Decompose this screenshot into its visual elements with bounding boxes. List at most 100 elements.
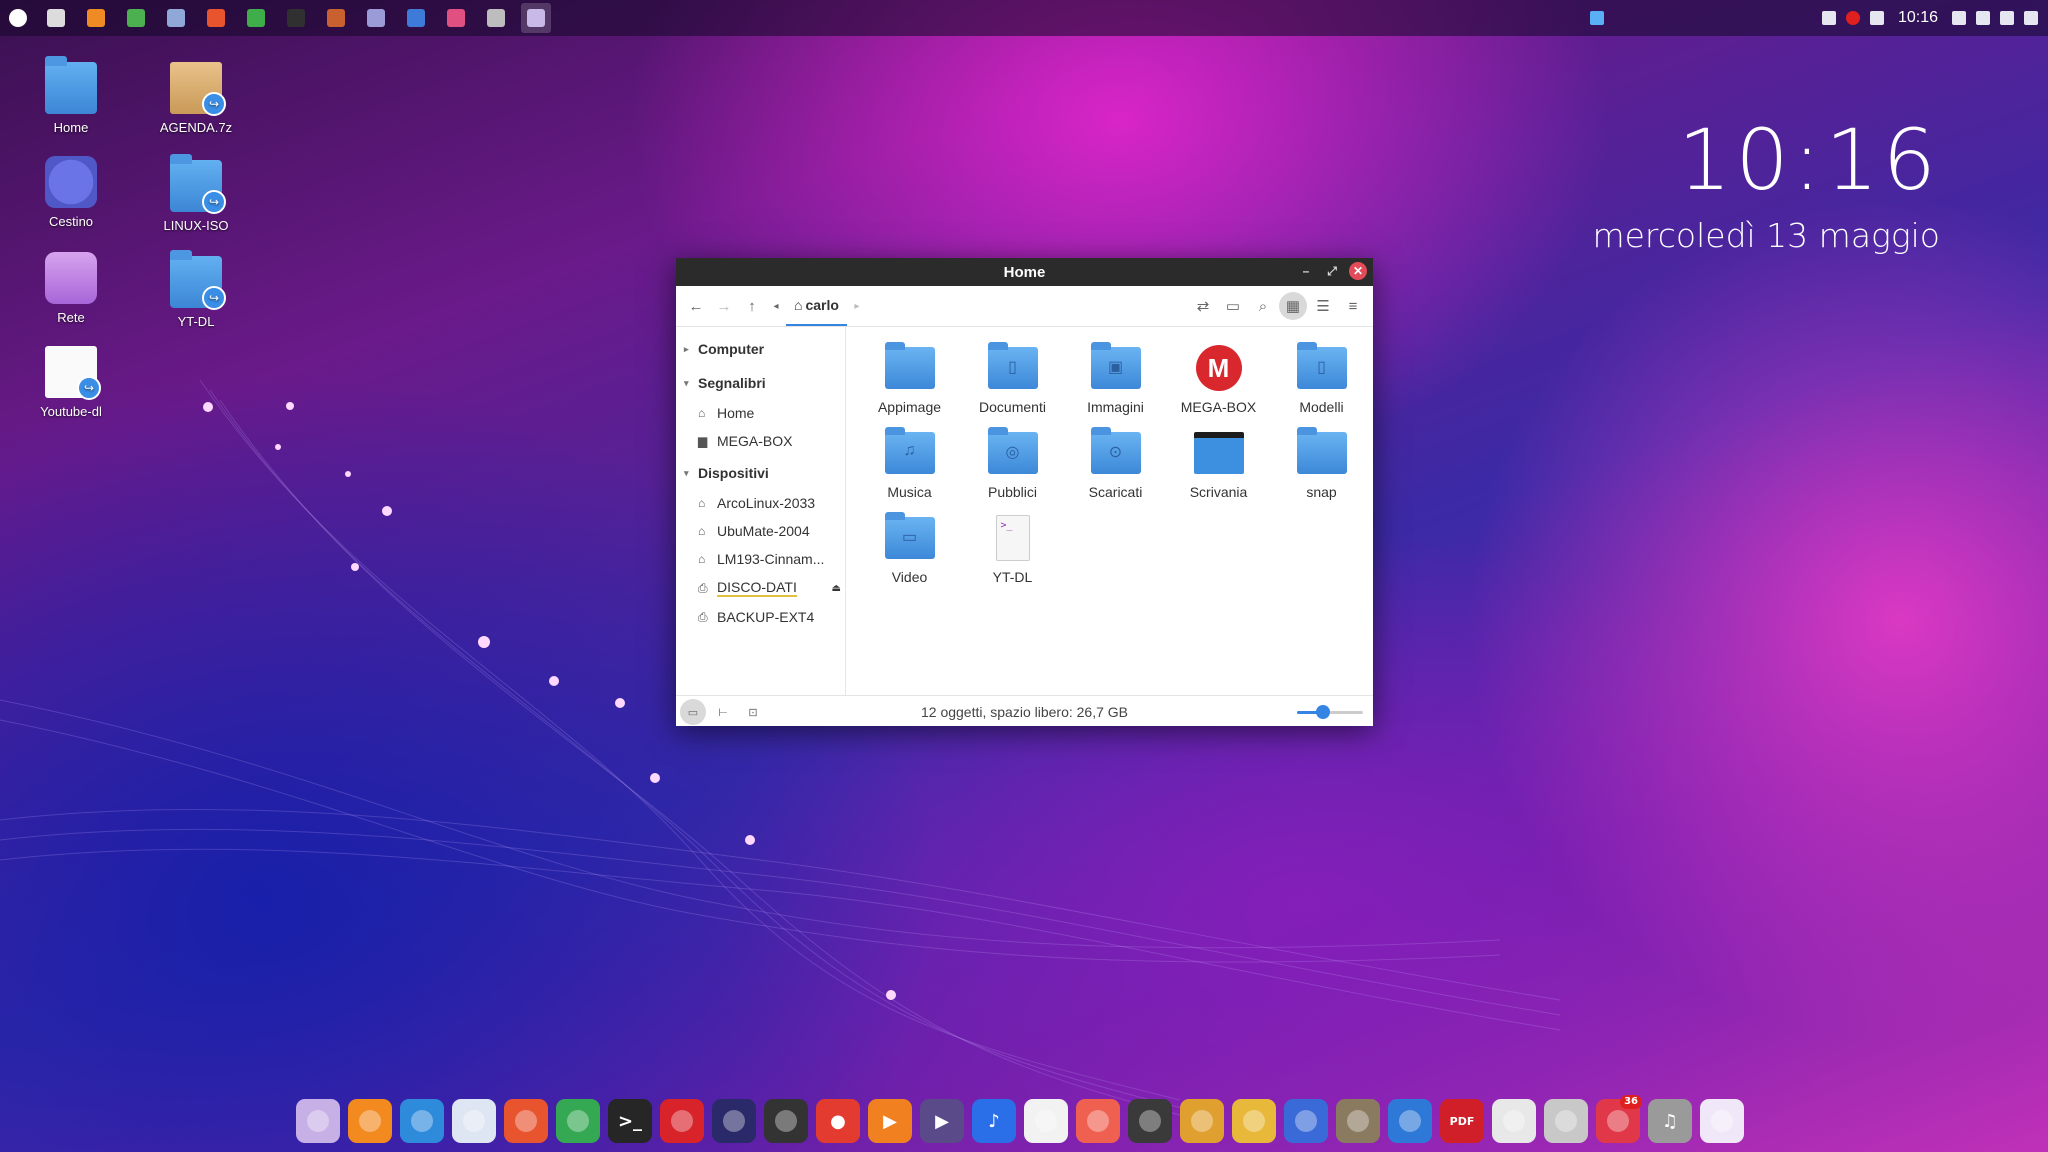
color-dock-app[interactable] [1492, 1099, 1536, 1143]
show-places-button[interactable]: ▭ [680, 699, 706, 725]
record-dock-app[interactable]: ● [816, 1099, 860, 1143]
file-item[interactable]: ▭ Video [858, 509, 961, 594]
pdf-dock-app[interactable]: PDF [1440, 1099, 1484, 1143]
new-folder-button[interactable]: ▭ [1219, 292, 1247, 320]
file-item[interactable]: ⊙ Scaricati [1064, 424, 1167, 509]
mail-dock-app[interactable]: 36 [1596, 1095, 1642, 1143]
file-item[interactable]: ▯ Documenti [961, 339, 1064, 424]
sidebar-item-mega-box[interactable]: ▆ MEGA-BOX [676, 427, 845, 455]
desktop-icon-yt-dl[interactable]: ↪ YT-DL [141, 250, 251, 329]
file-item[interactable]: Scrivania [1167, 424, 1270, 509]
screenshot-panel-app[interactable] [401, 3, 431, 33]
terminal-dock-app[interactable]: >_ [608, 1099, 652, 1143]
up-button[interactable]: ↑ [738, 292, 766, 320]
bluetooth-icon[interactable] [1821, 11, 1836, 25]
search-button[interactable]: ⌕ [1249, 292, 1277, 320]
files-panel-app[interactable] [41, 3, 71, 33]
zoom-slider-handle[interactable] [1316, 705, 1331, 719]
play-dock-app[interactable]: ▶ [868, 1099, 912, 1143]
breadcrumb-right-button[interactable]: ▸ [847, 292, 867, 320]
video-editor-dock-app[interactable] [764, 1099, 808, 1143]
network-icon[interactable] [1952, 11, 1966, 25]
sidebar-section-bookmarks[interactable]: ▾ Segnalibri [676, 365, 845, 399]
panel-clock[interactable]: 10:16 [1898, 9, 1938, 27]
sidebar-item-home[interactable]: ⌂ Home [676, 399, 845, 427]
sidebar-section-devices[interactable]: ▾ Dispositivi [676, 455, 845, 489]
mosaic-panel-app[interactable] [321, 3, 351, 33]
file-item[interactable]: >_ YT-DL [961, 509, 1064, 594]
chrome-panel-app[interactable] [121, 3, 151, 33]
panel-workspace[interactable] [1590, 0, 1610, 36]
refresh-dock-app[interactable] [1076, 1099, 1120, 1143]
disk-dock-app[interactable] [1544, 1099, 1588, 1143]
file-item[interactable]: M MEGA-BOX [1167, 339, 1270, 424]
file-item[interactable]: ▣ Immagini [1064, 339, 1167, 424]
sidebar-item-backup-ext4[interactable]: ⎙ BACKUP-EXT4 [676, 603, 845, 631]
menu-launcher-button[interactable] [0, 0, 36, 36]
notes-panel-app[interactable] [361, 3, 391, 33]
tweaks-panel-app[interactable] [481, 3, 511, 33]
wine-dock-app[interactable] [1232, 1099, 1276, 1143]
close-button[interactable]: ✕ [1349, 262, 1367, 280]
window-titlebar[interactable]: Home – ⤢ ✕ [676, 258, 1373, 286]
desktop-icon-youtube-dl[interactable]: ↪ Youtube-dl [16, 346, 126, 419]
compact-view-button[interactable]: ≡ [1339, 292, 1367, 320]
toggle-location-button[interactable]: ⇄ [1189, 292, 1217, 320]
settings-dock-app[interactable] [1700, 1099, 1744, 1143]
radio-dock-app[interactable] [1128, 1099, 1172, 1143]
grid-panel-app[interactable] [161, 3, 191, 33]
sidebar-item-disco-dati[interactable]: ⎙ DISCO-DATI ⏏ [676, 573, 845, 603]
mega-tray-icon[interactable] [1845, 11, 1860, 25]
list-view-button[interactable]: ☰ [1309, 292, 1337, 320]
desktop-icon-network[interactable]: Rete [16, 252, 126, 325]
file-item[interactable]: Appimage [858, 339, 961, 424]
firefox-dock-app[interactable] [348, 1099, 392, 1143]
hide-sidebar-button[interactable]: ⊡ [740, 699, 766, 725]
windows-dock-app[interactable] [1284, 1099, 1328, 1143]
desktop-icon-trash[interactable]: Cestino [16, 156, 126, 229]
icon-view-button[interactable]: ▦ [1279, 292, 1307, 320]
sidebar-item-lm193[interactable]: ⌂ LM193-Cinnam... [676, 545, 845, 573]
chrome-dock-app[interactable] [400, 1099, 444, 1143]
nemo-panel-app[interactable] [521, 3, 551, 33]
notifications-icon[interactable] [1869, 11, 1884, 25]
desktop-icon-home[interactable]: Home [16, 56, 126, 135]
show-desktop-icon[interactable] [2024, 11, 2038, 25]
file-item[interactable]: ♫ Musica [858, 424, 961, 509]
forward-button[interactable]: → [710, 292, 738, 320]
breadcrumb-left-button[interactable]: ◂ [766, 292, 786, 320]
show-tree-button[interactable]: ⊢ [710, 699, 736, 725]
terminal-panel-app[interactable] [281, 3, 311, 33]
sidebar-section-computer[interactable]: ▸ Computer [676, 331, 845, 365]
sync-dock-app[interactable] [556, 1099, 600, 1143]
firefox-panel-app[interactable] [81, 3, 111, 33]
writer-dock-app[interactable] [1388, 1099, 1432, 1143]
minimize-button[interactable]: – [1297, 262, 1315, 280]
maximize-button[interactable]: ⤢ [1323, 262, 1341, 280]
grid-dock-app[interactable] [452, 1099, 496, 1143]
file-item[interactable]: ▯ Modelli [1270, 339, 1373, 424]
eject-icon[interactable]: ⏏ [832, 583, 841, 594]
volume-icon[interactable] [1976, 11, 1990, 25]
sound-dock-app[interactable]: ♫ [1648, 1099, 1692, 1143]
file-item[interactable]: snap [1270, 424, 1373, 509]
files-dock-app[interactable] [296, 1099, 340, 1143]
sidebar-item-arcolinux[interactable]: ⌂ ArcoLinux-2033 [676, 489, 845, 517]
gimp-dock-app[interactable] [1336, 1099, 1380, 1143]
music-dock-app[interactable]: ♪ [972, 1099, 1016, 1143]
desktop-icon-linux-iso[interactable]: ↪ LINUX-ISO [141, 154, 251, 233]
download-dock-app[interactable] [504, 1099, 548, 1143]
power-icon[interactable] [2000, 11, 2014, 25]
download-panel-app[interactable] [201, 3, 231, 33]
back-button[interactable]: ← [682, 292, 710, 320]
install-dock-app[interactable] [660, 1099, 704, 1143]
sidebar-item-ubumate[interactable]: ⌂ UbuMate-2004 [676, 517, 845, 545]
sync-panel-app[interactable] [241, 3, 271, 33]
file-item[interactable]: ◎ Pubblici [961, 424, 1064, 509]
breadcrumb-carlo[interactable]: ⌂ carlo [786, 286, 847, 326]
desktop-icon-agenda[interactable]: ↪ AGENDA.7z [141, 62, 251, 135]
cocktail-dock-app[interactable] [1180, 1099, 1224, 1143]
notes-music-dock-app[interactable] [1024, 1099, 1068, 1143]
camera-panel-app[interactable] [441, 3, 471, 33]
zoom-slider[interactable] [1297, 705, 1363, 719]
